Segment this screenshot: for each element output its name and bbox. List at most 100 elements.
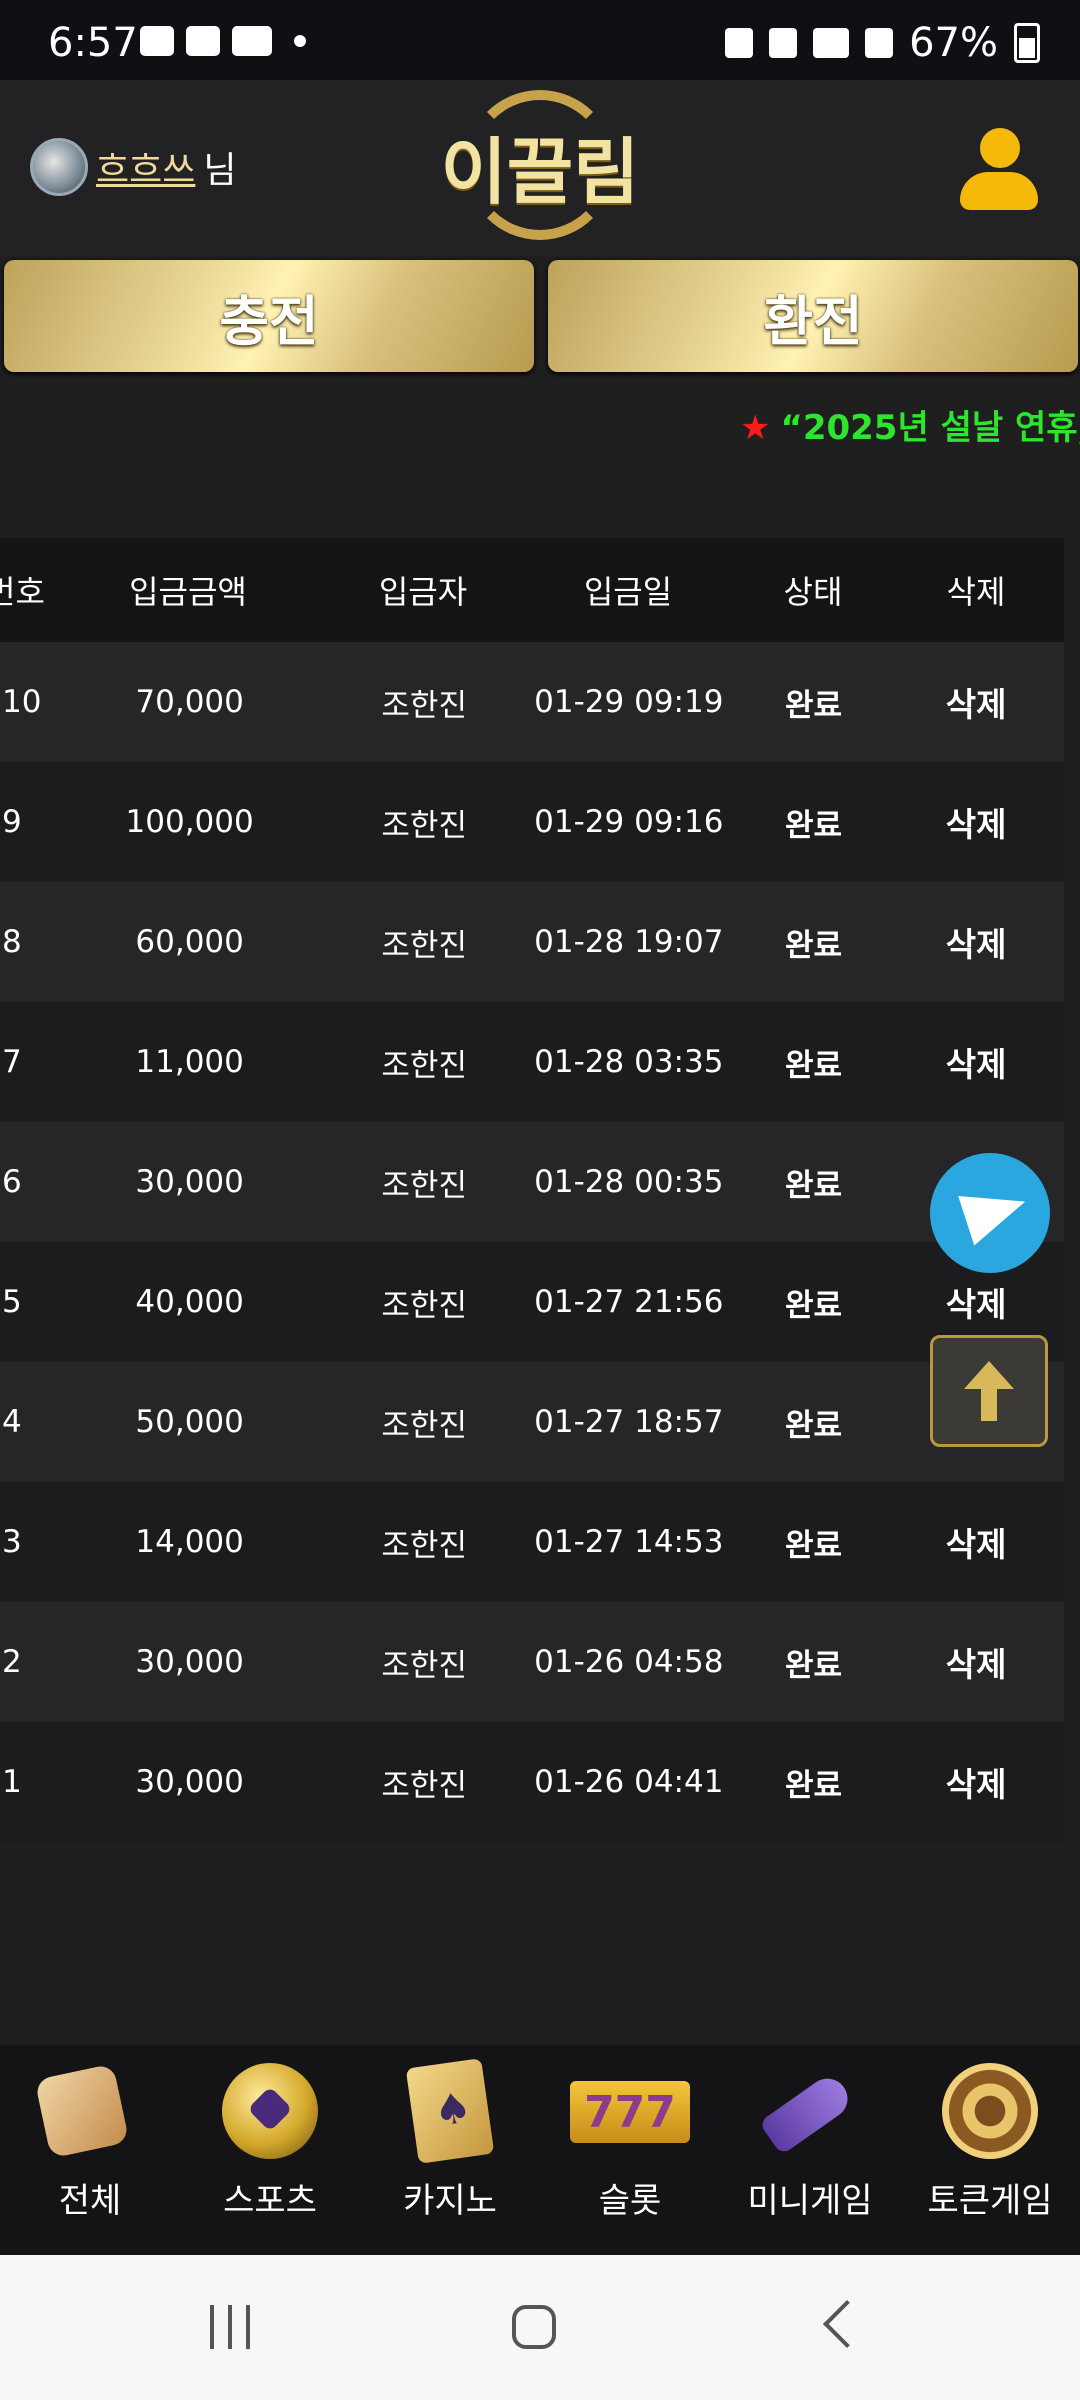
table-row: 5 40,000 조한진 01-27 21:56 완료 삭제 xyxy=(0,1242,1064,1362)
row-date: 01-27 18:57 xyxy=(534,1404,724,1440)
row-amount: 60,000 xyxy=(135,924,244,960)
row-number: 8 xyxy=(2,924,22,960)
row-status: 완료 xyxy=(784,1407,842,1444)
row-delete-button[interactable]: 삭제 xyxy=(888,1758,1064,1806)
row-number: 4 xyxy=(2,1404,22,1440)
username[interactable]: 흐흐쓰 xyxy=(96,141,195,193)
row-number: 6 xyxy=(2,1164,22,1200)
telegram-icon xyxy=(958,1176,1034,1246)
row-status: 완료 xyxy=(784,927,842,964)
row-status: 완료 xyxy=(784,1047,842,1084)
nav-item-minigame[interactable]: 미니게임 xyxy=(720,2045,900,2255)
row-status: 완료 xyxy=(784,1287,842,1324)
row-depositor: 조한진 xyxy=(381,687,467,724)
row-amount: 100,000 xyxy=(125,804,254,840)
row-delete-button[interactable]: 삭제 xyxy=(888,1278,1064,1326)
row-amount: 70,000 xyxy=(135,684,244,720)
notification-icons xyxy=(140,26,306,56)
row-delete-button[interactable]: 삭제 xyxy=(888,798,1064,846)
row-number: 3 xyxy=(2,1524,22,1560)
row-amount: 30,000 xyxy=(135,1764,244,1800)
header-status: 상태 xyxy=(783,573,843,611)
nav-label: 스포츠 xyxy=(223,2181,317,2221)
nav-item-all[interactable]: 전체 xyxy=(0,2045,180,2255)
level-badge-icon xyxy=(30,138,88,196)
profile-icon[interactable] xyxy=(958,128,1038,214)
exchange-button[interactable]: 환전 xyxy=(548,260,1078,372)
row-depositor: 조한진 xyxy=(381,1047,467,1084)
row-number: 9 xyxy=(2,804,22,840)
table-row: 1 30,000 조한진 01-26 04:41 완료 삭제 xyxy=(0,1722,1064,1842)
deposit-table: 번호 입금금액 입금자 입금일 상태 삭제 10 70,000 조한진 01-29 0… xyxy=(0,538,1064,1842)
dice-icon xyxy=(34,2063,138,2159)
row-number: 1 xyxy=(2,1764,22,1800)
home-icon[interactable] xyxy=(512,2305,556,2349)
row-depositor: 조한진 xyxy=(381,807,467,844)
cards-icon xyxy=(402,2058,498,2164)
row-number: 5 xyxy=(2,1284,22,1320)
telegram-button[interactable] xyxy=(930,1153,1050,1273)
row-date: 01-27 21:56 xyxy=(534,1284,724,1320)
row-status: 완료 xyxy=(784,1167,842,1204)
nav-label: 미니게임 xyxy=(747,2181,873,2221)
nav-item-casino[interactable]: 카지노 xyxy=(360,2045,540,2255)
row-date: 01-28 03:35 xyxy=(534,1044,724,1080)
row-status: 완료 xyxy=(784,1767,842,1804)
soccer-ball-icon xyxy=(222,2063,318,2159)
nav-item-sports[interactable]: 스포츠 xyxy=(180,2045,360,2255)
row-depositor: 조한진 xyxy=(381,1407,467,1444)
arrow-up-icon xyxy=(964,1361,1014,1421)
header-delete: 삭제 xyxy=(946,573,1006,611)
table-body: 10 70,000 조한진 01-29 09:19 완료 삭제 9 100,000 조한진 01-… xyxy=(0,642,1064,1842)
row-amount: 50,000 xyxy=(135,1404,244,1440)
nav-label: 카지노 xyxy=(403,2181,497,2221)
battery-saver-icon xyxy=(725,28,754,58)
row-depositor: 조한진 xyxy=(381,927,467,964)
row-date: 01-26 04:41 xyxy=(534,1764,724,1800)
nav-label: 슬롯 xyxy=(598,2181,662,2221)
row-depositor: 조한진 xyxy=(381,1167,467,1204)
table-row: 7 11,000 조한진 01-28 03:35 완료 삭제 xyxy=(0,1002,1064,1122)
row-amount: 14,000 xyxy=(135,1524,244,1560)
recent-apps-icon[interactable] xyxy=(210,2305,250,2349)
header-number: 번호 xyxy=(0,573,45,611)
row-delete-button[interactable]: 삭제 xyxy=(888,1638,1064,1686)
row-status: 완료 xyxy=(784,807,842,844)
gallery-icon xyxy=(140,26,174,56)
row-amount: 30,000 xyxy=(135,1644,244,1680)
nav-item-token-game[interactable]: 토큰게임 xyxy=(900,2045,1080,2255)
scroll-top-button[interactable] xyxy=(930,1335,1048,1447)
logo-text: 이끌림 xyxy=(440,129,640,214)
table-row: 9 100,000 조한진 01-29 09:16 완료 삭제 xyxy=(0,762,1064,882)
slot-777-icon: 777 xyxy=(570,2063,690,2159)
table-row: 3 14,000 조한진 01-27 14:53 완료 삭제 xyxy=(0,1482,1064,1602)
header-amount: 입금금액 xyxy=(129,573,247,611)
battery-percent: 67% xyxy=(909,20,998,66)
charge-button[interactable]: 충전 xyxy=(4,260,534,372)
row-number: 7 xyxy=(2,1044,22,1080)
nav-label: 토큰게임 xyxy=(927,2181,1053,2221)
table-row: 6 30,000 조한진 01-28 00:35 완료 xyxy=(0,1122,1064,1242)
nav-label: 전체 xyxy=(58,2181,122,2221)
row-delete-button[interactable]: 삭제 xyxy=(888,678,1064,726)
username-suffix: 님 xyxy=(203,150,237,191)
row-status: 완료 xyxy=(784,687,842,724)
row-date: 01-29 09:19 xyxy=(534,684,724,720)
row-delete-button[interactable]: 삭제 xyxy=(888,918,1064,966)
table-header: 번호 입금금액 입금자 입금일 상태 삭제 xyxy=(0,538,1064,642)
more-notifications-icon xyxy=(294,35,306,47)
back-icon[interactable] xyxy=(822,2299,872,2349)
row-amount: 30,000 xyxy=(135,1164,244,1200)
user-info[interactable]: 흐흐쓰 님 xyxy=(30,138,237,196)
nav-item-slot[interactable]: 777 슬롯 xyxy=(540,2045,720,2255)
table-row: 4 50,000 조한진 01-27 18:57 완료 xyxy=(0,1362,1064,1482)
status-bar: 6:57 67% xyxy=(0,0,1080,80)
system-nav-bar xyxy=(0,2255,1080,2400)
notice-text: “2025년 설날 연휴, xyxy=(780,408,1080,448)
row-date: 01-26 04:58 xyxy=(534,1644,724,1680)
site-logo[interactable]: 이끌림 xyxy=(430,90,650,240)
row-delete-button[interactable]: 삭제 xyxy=(888,1518,1064,1566)
row-delete-button[interactable]: 삭제 xyxy=(888,1038,1064,1086)
wifi-icon xyxy=(813,28,850,58)
mute-icon xyxy=(769,28,798,58)
